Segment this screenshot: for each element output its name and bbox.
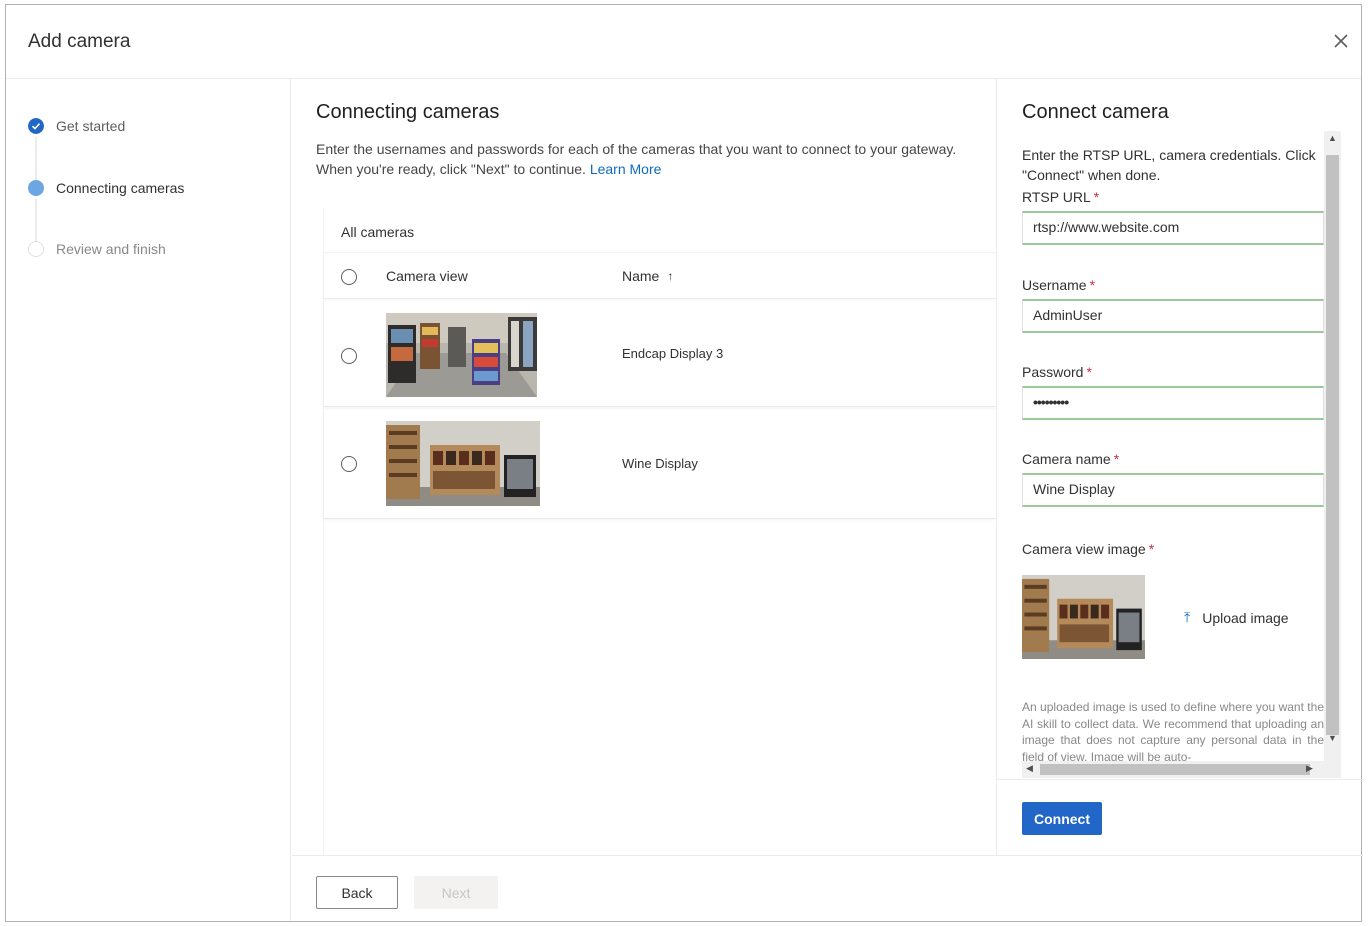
upload-image-label: Upload image — [1202, 609, 1289, 626]
panel-description: Enter the RTSP URL, camera credentials. … — [1022, 147, 1316, 183]
step-label: Connecting cameras — [56, 180, 185, 196]
arrow-up-icon: ↑ — [667, 269, 674, 283]
learn-more-link[interactable]: Learn More — [590, 161, 662, 177]
connect-button[interactable]: Connect — [1022, 802, 1102, 835]
step-review-and-finish[interactable]: Review and finish — [28, 241, 166, 257]
rtsp-url-label: RTSP URL * — [1022, 189, 1099, 205]
column-camera-view: Camera view — [386, 268, 468, 284]
dialog-footer: Back Next — [292, 855, 1363, 921]
scroll-down-icon[interactable]: ▼ — [1328, 733, 1337, 743]
upload-image-button[interactable]: ⤒ Upload image — [1184, 609, 1289, 626]
panel-title: Connect camera — [1022, 101, 1169, 123]
camera-name: Wine Display — [622, 456, 698, 471]
column-name-label: Name — [622, 268, 660, 284]
camera-view-image-label: Camera view image * — [1022, 541, 1154, 557]
panel-divider — [997, 779, 1364, 780]
username-input[interactable]: AdminUser — [1022, 299, 1324, 333]
username-label: Username * — [1022, 277, 1095, 293]
pane-title: Connecting cameras — [316, 101, 500, 123]
dialog-title: Add camera — [28, 31, 131, 52]
horizontal-scrollbar[interactable]: ◀ ▶ — [1022, 761, 1341, 778]
camera-name-label: Camera name * — [1022, 451, 1119, 467]
scroll-left-icon[interactable]: ◀ — [1026, 763, 1033, 774]
camera-list: All cameras Camera view Name ↑ Endcap Di… — [323, 209, 996, 855]
next-button[interactable]: Next — [414, 876, 498, 909]
camera-view-image-label-text: Camera view image — [1022, 541, 1146, 557]
row-radio[interactable] — [341, 348, 357, 364]
vertical-scrollbar[interactable]: ▲ ▼ — [1324, 131, 1341, 761]
scrollbar-thumb[interactable] — [1326, 155, 1339, 735]
step-connecting-cameras[interactable]: Connecting cameras — [28, 180, 184, 196]
step-label: Get started — [56, 118, 126, 134]
pane-description: Enter the usernames and passwords for ea… — [316, 139, 986, 179]
username-label-text: Username — [1022, 277, 1087, 293]
required-mark: * — [1093, 189, 1100, 205]
table-row[interactable]: Wine Display — [324, 409, 996, 519]
step-label: Review and finish — [56, 241, 166, 257]
store-aisle-thumbnail — [386, 313, 537, 397]
scroll-up-icon[interactable]: ▲ — [1328, 133, 1337, 143]
back-button[interactable]: Back — [316, 876, 398, 909]
current-step-dot-icon — [28, 180, 44, 196]
list-title: All cameras — [324, 209, 996, 253]
table-row[interactable]: Endcap Display 3 — [324, 301, 996, 407]
required-mark: * — [1148, 541, 1155, 557]
rtsp-url-input[interactable]: rtsp://www.website.com — [1022, 211, 1324, 245]
password-label: Password * — [1022, 364, 1092, 380]
image-usage-note: An uploaded image is used to define wher… — [1022, 700, 1324, 761]
column-name-sort[interactable]: Name ↑ — [622, 268, 673, 284]
rtsp-url-label-text: RTSP URL — [1022, 189, 1091, 205]
password-label-text: Password — [1022, 364, 1084, 380]
close-icon[interactable] — [1329, 29, 1353, 53]
wizard-stepper: Get started Connecting cameras Review an… — [6, 79, 291, 921]
required-mark: * — [1113, 451, 1120, 467]
required-mark: * — [1089, 277, 1096, 293]
panel-scroll-area[interactable]: Enter the RTSP URL, camera credentials. … — [1022, 143, 1324, 761]
list-header: Camera view Name ↑ — [324, 255, 996, 299]
camera-name: Endcap Display 3 — [622, 346, 724, 361]
required-mark: * — [1086, 364, 1092, 380]
camera-name-input[interactable]: Wine Display — [1022, 473, 1324, 507]
row-radio[interactable] — [341, 456, 357, 472]
camera-name-label-text: Camera name — [1022, 451, 1111, 467]
dialog-header: Add camera — [6, 5, 1361, 79]
scroll-right-icon[interactable]: ▶ — [1306, 763, 1313, 774]
step-get-started[interactable]: Get started — [28, 118, 125, 134]
connect-camera-panel: Connect camera Enter the RTSP URL, camer… — [996, 79, 1364, 855]
add-camera-dialog: Add camera Get started Connecting camera… — [5, 4, 1364, 922]
connecting-cameras-pane: Connecting cameras Enter the usernames a… — [292, 79, 996, 855]
check-circle-icon — [28, 118, 44, 134]
pending-step-dot-icon — [28, 241, 44, 257]
list-title-text: All cameras — [341, 224, 415, 240]
upload-icon: ⤒ — [1184, 609, 1191, 625]
scrollbar-thumb[interactable] — [1040, 764, 1310, 775]
select-all-radio[interactable] — [341, 269, 357, 285]
camera-view-image-preview — [1022, 575, 1145, 659]
step-connector — [35, 137, 37, 181]
wine-shelves-thumbnail — [386, 421, 540, 506]
step-connector — [35, 199, 37, 241]
password-input[interactable]: ••••••••• — [1022, 386, 1324, 420]
